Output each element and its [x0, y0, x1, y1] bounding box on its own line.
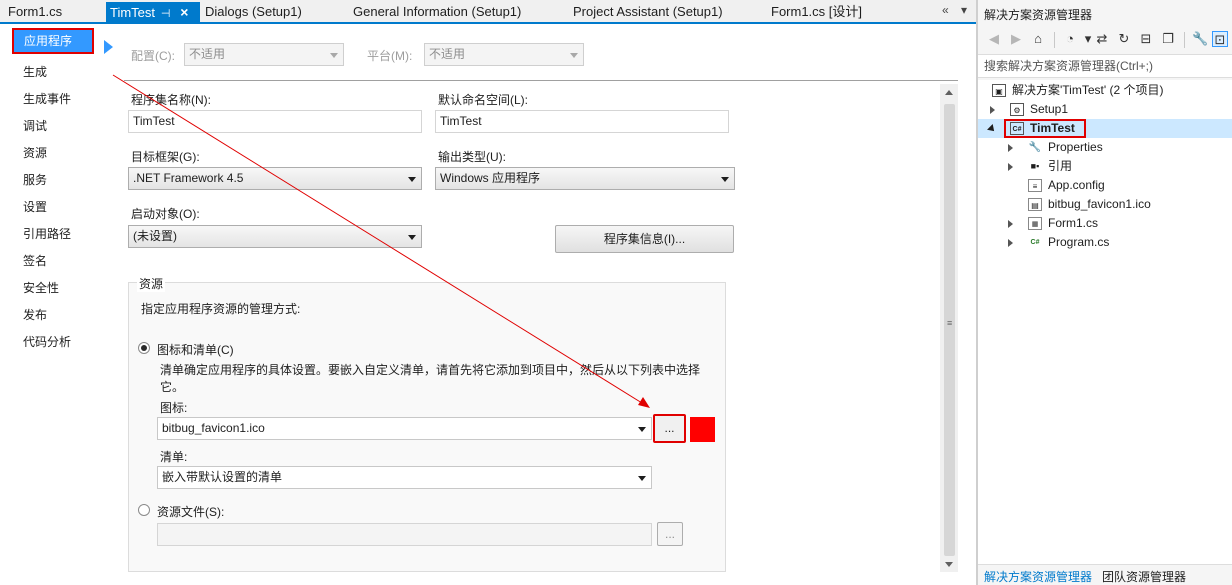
forward-icon[interactable]: ▶: [1008, 31, 1024, 47]
solution-explorer-search-input[interactable]: 搜索解决方案资源管理器(Ctrl+;): [978, 54, 1232, 78]
tree-node-program-cs[interactable]: C# Program.cs: [978, 233, 1232, 252]
tree-node-timtest[interactable]: C# TimTest: [978, 119, 1232, 138]
sync-with-document-icon[interactable]: ⇄: [1094, 31, 1110, 47]
annotation-arrow-line: [112, 74, 643, 404]
back-icon[interactable]: ◀: [986, 31, 1002, 47]
refresh-icon[interactable]: ↻: [1116, 31, 1132, 47]
toolbar-separator: [1184, 32, 1185, 48]
tree-node-app-config[interactable]: ≡ App.config: [978, 176, 1232, 195]
properties-vertical-scrollbar[interactable]: [940, 84, 958, 572]
tree-node-favicon[interactable]: ▤ bitbug_favicon1.ico: [978, 195, 1232, 214]
solution-explorer-bottom-tabs: 解决方案资源管理器 团队资源管理器: [978, 564, 1232, 585]
csharp-file-icon: ▦: [1028, 217, 1042, 230]
scroll-down-icon[interactable]: [945, 562, 953, 567]
tree-node-references[interactable]: ■▪ 引用: [978, 157, 1232, 176]
scroll-up-icon[interactable]: [945, 90, 953, 95]
annotation-arrow: [112, 74, 650, 408]
references-icon: ■▪: [1030, 161, 1040, 171]
wrench-icon: 🔧: [1028, 142, 1042, 153]
tree-node-solution[interactable]: ▣ 解决方案'TimTest' (2 个项目): [978, 81, 1232, 100]
csharp-project-icon: C#: [1010, 122, 1024, 135]
csharp-file-icon: C#: [1030, 239, 1040, 246]
expand-arrow-icon[interactable]: [1008, 220, 1013, 228]
solution-tree: ▣ 解决方案'TimTest' (2 个项目) ⚙ Setup1 C# TimT…: [978, 80, 1232, 564]
solution-explorer-title: 解决方案资源管理器: [984, 8, 1093, 22]
collapse-arrow-icon[interactable]: [987, 124, 997, 134]
toolbar-separator: [1054, 32, 1055, 48]
solution-icon: ▣: [992, 84, 1006, 97]
tab-team-explorer[interactable]: 团队资源管理器: [1102, 568, 1186, 585]
tree-node-form1-cs[interactable]: ▦ Form1.cs: [978, 214, 1232, 233]
expand-arrow-icon[interactable]: [1008, 144, 1013, 152]
setup-project-icon: ⚙: [1010, 103, 1024, 116]
expand-arrow-icon[interactable]: [990, 106, 995, 114]
solution-explorer-panel: 解决方案资源管理器 ◀ ▶ ⌂ ◔ ▾ ⇄ ↻ ⊟ ❐ 🔧 ⊡ 搜索解决方案资源…: [978, 0, 1232, 585]
home-icon[interactable]: ⌂: [1030, 31, 1046, 47]
tree-node-properties[interactable]: 🔧 Properties: [978, 138, 1232, 157]
properties-wrench-icon[interactable]: 🔧: [1192, 31, 1208, 47]
expand-arrow-icon[interactable]: [1008, 163, 1013, 171]
preview-selected-items-icon[interactable]: ⊡: [1212, 31, 1228, 47]
config-file-icon: ≡: [1028, 179, 1042, 192]
tree-node-setup1[interactable]: ⚙ Setup1: [978, 100, 1232, 119]
pending-changes-filter-icon[interactable]: ◔: [1062, 31, 1078, 47]
solution-explorer-toolbar: ◀ ▶ ⌂ ◔ ▾ ⇄ ↻ ⊟ ❐ 🔧 ⊡: [978, 26, 1232, 54]
show-all-files-icon[interactable]: ❐: [1160, 31, 1176, 47]
scrollbar-grip-icon: ≡: [947, 318, 953, 328]
image-file-icon: ▤: [1028, 198, 1042, 211]
tab-solution-explorer[interactable]: 解决方案资源管理器: [984, 568, 1092, 585]
collapse-all-icon[interactable]: ⊟: [1138, 31, 1154, 47]
scrollbar-thumb[interactable]: [944, 104, 955, 556]
expand-arrow-icon[interactable]: [1008, 239, 1013, 247]
annotation-arrow-head: [638, 397, 650, 408]
